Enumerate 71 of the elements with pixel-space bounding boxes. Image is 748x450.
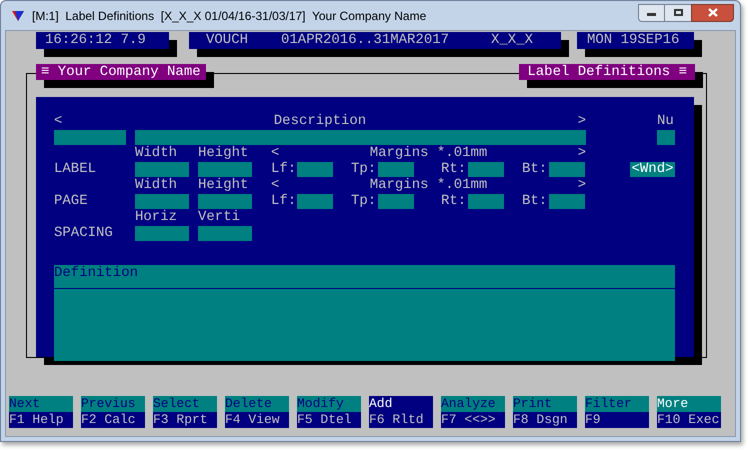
field-label: < [271, 177, 280, 193]
input-field[interactable] [468, 162, 504, 176]
input-field[interactable] [549, 194, 585, 208]
input-field[interactable] [657, 130, 675, 144]
input-field[interactable] [135, 130, 586, 144]
date-display: MON 19SEP16 [577, 32, 694, 49]
input-field[interactable] [135, 162, 189, 176]
action-key[interactable]: More [657, 396, 721, 412]
field-label: SPACING [54, 225, 114, 241]
minimize-button[interactable] [638, 4, 665, 22]
function-key[interactable]: F1 Help [9, 412, 73, 428]
field-label: Rt: [441, 161, 468, 177]
minimize-icon [647, 13, 656, 16]
action-key[interactable]: Add [369, 396, 433, 412]
function-key[interactable]: F7 <<>> [441, 412, 505, 428]
field-label: PAGE [54, 193, 89, 209]
function-key[interactable]: F5 Dtel [297, 412, 361, 428]
app-icon [12, 10, 24, 22]
definition-label: Definition [54, 265, 138, 281]
field-label: Lf: [271, 161, 297, 177]
function-key[interactable]: F9 [585, 412, 649, 428]
input-field[interactable] [297, 162, 333, 176]
field-label: Horiz [135, 209, 178, 225]
function-key[interactable]: F2 Calc [81, 412, 145, 428]
input-field[interactable] [135, 226, 189, 240]
field-label: Margins *.01mm [370, 145, 488, 161]
field-label: Bt: [522, 161, 548, 177]
field-label: Nu [657, 113, 674, 129]
field-label: Verti [198, 209, 242, 225]
field-label: > [578, 145, 586, 161]
input-field[interactable] [297, 194, 333, 208]
field-label: Height [198, 177, 250, 193]
field-label: Margins *.01mm [370, 177, 488, 193]
field-label: Tp: [351, 161, 378, 177]
field-label: Rt: [441, 193, 468, 209]
input-field[interactable] [135, 194, 189, 208]
function-key[interactable]: F6 Rltd [369, 412, 433, 428]
function-key[interactable]: F10 Exec [657, 412, 721, 428]
input-field[interactable] [198, 162, 252, 176]
field-label: Height [198, 145, 250, 161]
maximize-button[interactable] [665, 4, 691, 22]
company-code: X_X_X [491, 32, 534, 49]
field-label: Width [135, 145, 178, 161]
period-text: 01APR2016..31MAR2017 [281, 32, 450, 49]
close-icon [708, 8, 718, 17]
close-button[interactable] [691, 4, 734, 22]
function-key[interactable]: F4 View [225, 412, 289, 428]
field-label: < [271, 145, 280, 161]
input-field[interactable] [198, 226, 252, 240]
field-label: Bt: [522, 193, 548, 209]
input-field[interactable] [549, 162, 585, 176]
input-field[interactable] [468, 194, 504, 208]
input-field[interactable] [378, 194, 414, 208]
function-key[interactable]: F3 Rprt [153, 412, 217, 428]
window-title: [M:1] Label Definitions [X_X_X 01/04/16-31/03/17] Your Company Name [32, 8, 426, 24]
module-name: VOUCH [206, 32, 250, 49]
clock-display: 16:26:12 7.9 [36, 32, 169, 49]
field-label: > [578, 113, 586, 129]
input-field[interactable] [198, 194, 252, 208]
maximize-icon [674, 9, 682, 16]
input-field[interactable] [54, 130, 126, 144]
field-label: Lf: [271, 193, 297, 209]
field-label: < [54, 113, 62, 129]
window-button[interactable]: <Wnd> [630, 162, 675, 176]
field-label: > [578, 177, 586, 193]
input-field[interactable] [378, 162, 414, 176]
field-label: Tp: [351, 193, 378, 209]
field-label: Description [274, 113, 366, 129]
function-key[interactable]: F8 Dsgn [513, 412, 577, 428]
field-label: LABEL [54, 161, 98, 177]
field-label: Width [135, 177, 178, 193]
